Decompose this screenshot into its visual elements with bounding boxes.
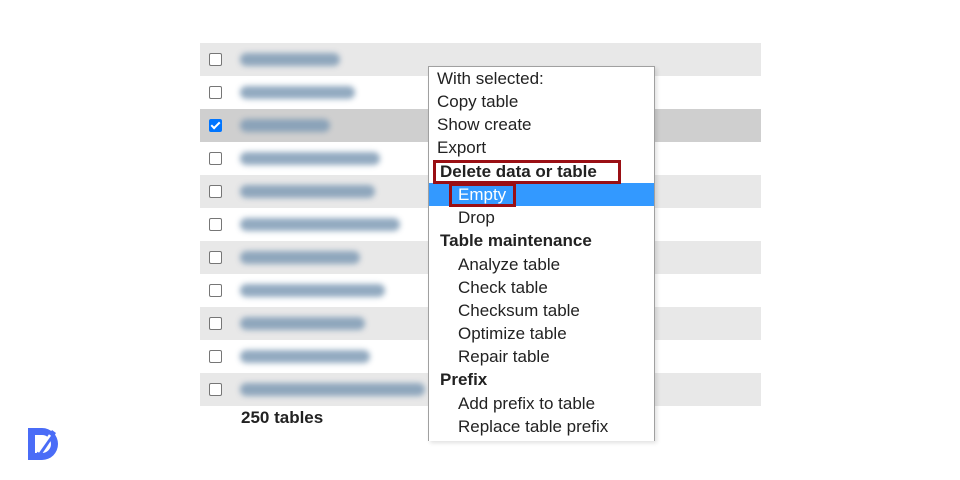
menu-item-add-prefix-to-table[interactable]: Add prefix to table	[429, 392, 654, 415]
menu-item-show-create[interactable]: Show create	[429, 113, 654, 136]
row-checkbox[interactable]	[209, 53, 222, 66]
menu-group-prefix: Prefix	[440, 370, 488, 389]
row-checkbox[interactable]	[209, 86, 222, 99]
blurred-table-name	[240, 350, 370, 363]
menu-item-analyze-table[interactable]: Analyze table	[429, 253, 654, 276]
menu-item-checksum-table[interactable]: Checksum table	[429, 299, 654, 322]
blurred-table-name	[240, 86, 355, 99]
row-checkbox[interactable]	[209, 218, 222, 231]
brand-logo-icon	[28, 428, 58, 460]
menu-item-repair-table[interactable]: Repair table	[429, 345, 654, 368]
blurred-table-name	[240, 218, 400, 231]
menu-group-table-maintenance: Table maintenance	[440, 231, 592, 250]
row-checkbox[interactable]	[209, 251, 222, 264]
blurred-table-name	[240, 152, 380, 165]
row-checkbox[interactable]	[209, 383, 222, 396]
blurred-table-name	[240, 284, 385, 297]
menu-item-replace-table-prefix[interactable]: Replace table prefix	[429, 415, 654, 438]
row-checkbox[interactable]	[209, 317, 222, 330]
row-checkbox[interactable]	[209, 284, 222, 297]
menu-item-drop[interactable]: Drop	[429, 206, 654, 229]
context-menu: With selected: Copy table Show create Ex…	[428, 66, 655, 441]
blurred-table-name	[240, 383, 425, 396]
menu-item-copy-table[interactable]: Copy table	[429, 90, 654, 113]
blurred-table-name	[240, 119, 330, 132]
row-checkbox[interactable]	[209, 185, 222, 198]
blurred-table-name	[240, 185, 375, 198]
blurred-table-name	[240, 53, 340, 66]
row-checkbox[interactable]	[209, 152, 222, 165]
menu-item-optimize-table[interactable]: Optimize table	[429, 322, 654, 345]
menu-item-export[interactable]: Export	[429, 136, 654, 159]
menu-title-with-selected: With selected:	[437, 69, 544, 88]
blurred-table-name	[240, 317, 365, 330]
menu-group-delete-data-or-table: Delete data or table	[440, 162, 597, 181]
blurred-table-name	[240, 251, 360, 264]
table-count: 250 tables	[241, 408, 324, 427]
row-checkbox[interactable]	[209, 350, 222, 363]
menu-item-check-table[interactable]: Check table	[429, 276, 654, 299]
row-checkbox[interactable]	[209, 119, 222, 132]
menu-item-empty[interactable]: Empty	[429, 183, 654, 206]
